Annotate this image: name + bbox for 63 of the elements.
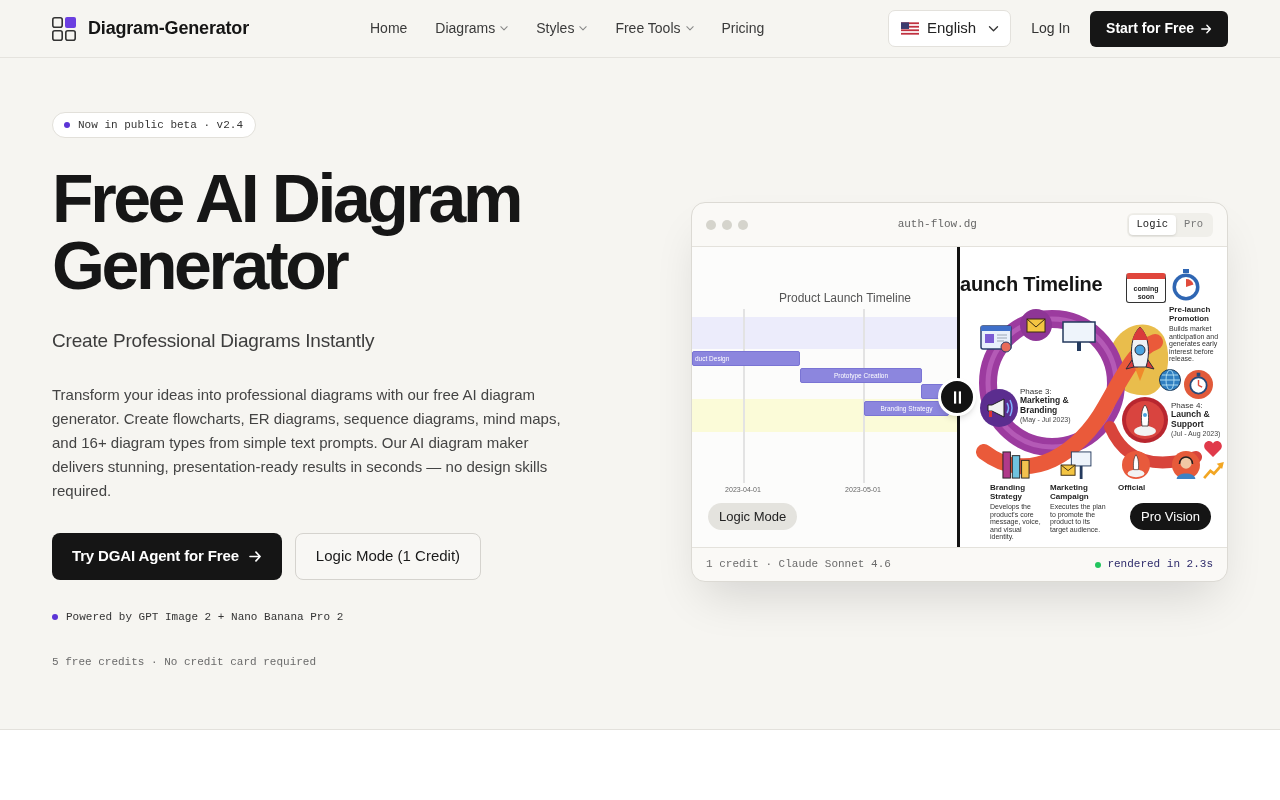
hero-title: Free AI Diagram Generator [52, 165, 521, 299]
heart-icon [1204, 441, 1222, 457]
try-agent-button[interactable]: Try DGAI Agent for Free [52, 533, 282, 580]
stopwatch-icon [1172, 269, 1200, 301]
logic-mode-button[interactable]: Logic Mode (1 Credit) [294, 533, 482, 580]
mode-label: Logic Mode [708, 503, 798, 530]
globe-icon [1159, 369, 1181, 391]
credits-note: 5 free credits · No credit card required [52, 655, 317, 669]
login-link[interactable]: Log In [1031, 18, 1071, 39]
callout-heading: Launch & Support [1171, 410, 1211, 429]
mode-label: Pro Vision [1130, 503, 1211, 530]
file-name: auth-flow.dg [897, 217, 977, 233]
callout-heading: Marketing Campaign [1050, 483, 1090, 501]
chevron-down-icon [579, 26, 588, 31]
trend-arrow-icon [1202, 461, 1226, 479]
arrow-right-icon [1201, 23, 1212, 34]
language-select[interactable]: English [887, 10, 1012, 47]
callout-heading: Branding Strategy [990, 483, 1027, 501]
mode-tab[interactable]: Pro [1176, 214, 1211, 235]
browser-window-icon [980, 325, 1012, 353]
window-control-icon [706, 219, 716, 230]
hero-subtitle: Create Professional Diagrams Instantly [52, 329, 375, 353]
nav-link[interactable]: Free Tools [615, 16, 694, 41]
flag-icon [900, 22, 919, 35]
phase-label: Phase 4: [1171, 401, 1203, 410]
status-dot-icon [1095, 561, 1102, 568]
rocket-launch-icon [1122, 397, 1168, 443]
chevron-down-icon [685, 26, 694, 31]
window-control-icon [738, 219, 748, 230]
megaphone-icon [980, 389, 1018, 427]
chevron-down-icon [988, 25, 1000, 32]
brand-name[interactable]: Diagram-Generator [88, 15, 249, 42]
dot-icon [64, 122, 70, 128]
callout-heading: Official [1118, 483, 1146, 492]
nav-link[interactable]: Diagrams [435, 16, 509, 41]
callout-heading: Pre-launch Promotion [1169, 305, 1212, 323]
render-status: rendered in 2.3s [1107, 557, 1213, 573]
hero-description: Transform your ideas into professional diagrams with our free AI diagram generator. Create flowcharts, ER diagrams, sequence diagrams, mind maps, and 16+ diagram types from simple text prompts. Our AI diagram maker delivers stunning, presentation-ready results in seconds — no design skills required. [52, 385, 562, 501]
dot-icon [52, 614, 58, 620]
nav-link[interactable]: Pricing [721, 16, 765, 41]
billboard-envelope-icon [1060, 451, 1092, 479]
model-info: 1 credit · Claude Sonnet 4.6 [706, 557, 891, 573]
stopwatch-icon [1184, 370, 1213, 399]
logo-icon[interactable] [52, 16, 76, 41]
phase-label: Phase 3: [1020, 387, 1052, 396]
infographic-title: aunch Timeline [960, 272, 1103, 297]
powered-by-text: Powered by GPT Image 2 + Nano Banana Pro 2 [66, 610, 344, 624]
chart-title: Product Launch Timeline [778, 290, 912, 307]
envelope-icon [1020, 309, 1052, 341]
mode-tab[interactable]: Logic [1128, 214, 1177, 235]
nav-link[interactable]: Styles [536, 16, 588, 41]
badge-label: Now in public beta · v2.4 [78, 117, 244, 133]
chevron-down-icon [500, 26, 509, 31]
color-swatch-icon [1002, 451, 1030, 479]
grip-icon [953, 390, 961, 404]
support-person-icon [1172, 451, 1200, 479]
billboard-icon [1062, 321, 1096, 351]
window-control-icon [722, 219, 732, 230]
nav-link[interactable]: Home [370, 16, 408, 41]
start-button[interactable]: Start for Free [1090, 10, 1228, 47]
rocket-icon [1122, 451, 1150, 479]
callout-heading: Marketing & Branding [1020, 396, 1070, 415]
arrow-right-icon [248, 551, 262, 562]
